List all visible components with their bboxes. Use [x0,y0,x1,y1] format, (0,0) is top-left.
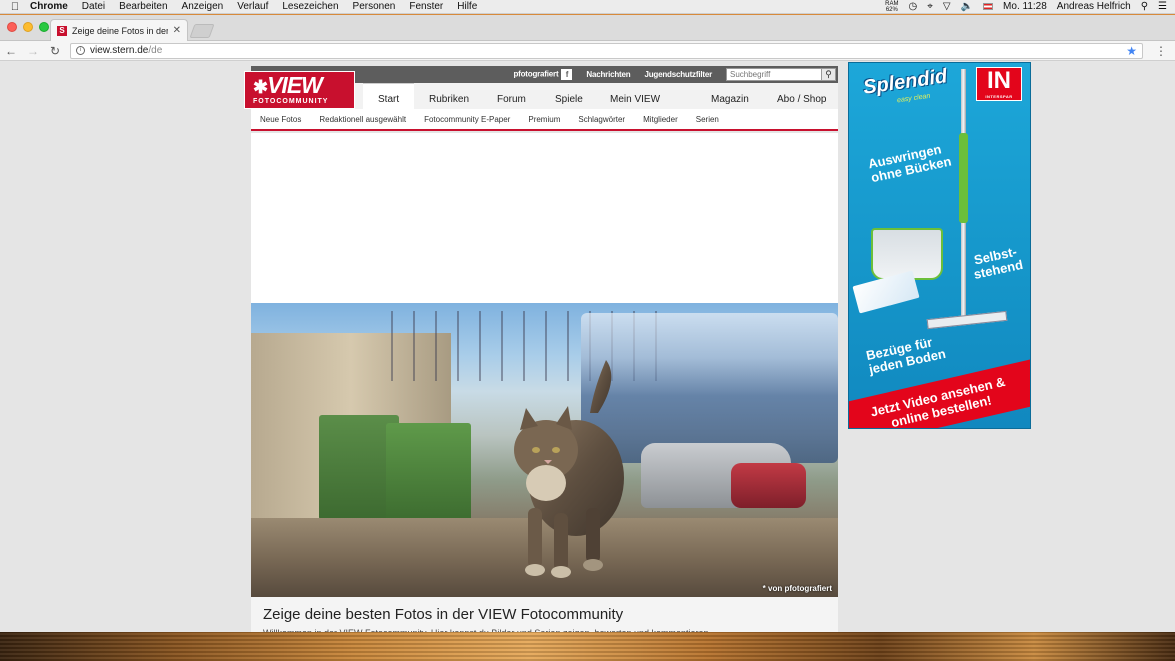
reload-icon[interactable]: ↻ [48,44,62,58]
nachrichten-link[interactable]: Nachrichten [586,70,630,79]
browser-toolbar: ← → ↻ i view.stern.de/de ★ ⋮ [0,41,1175,61]
back-arrow-icon[interactable]: ← [4,44,18,58]
cat-illustration [514,360,624,578]
ad-claim-3: Bezüge für jeden Boden [865,333,947,376]
subnav-mitglieder[interactable]: Mitglieder [643,115,678,124]
ad-placeholder [251,133,838,303]
apple-menu-icon[interactable]:  [0,1,30,13]
close-window-button[interactable] [7,22,17,32]
user-name[interactable]: Andreas Helfrich [1057,1,1131,12]
nav-rubriken[interactable]: Rubriken [429,83,469,109]
bookmark-star-icon[interactable]: ★ [1126,44,1137,58]
intro-article: Zeige deine besten Fotos in der VIEW Fot… [251,597,838,632]
time-machine-icon[interactable]: ◷ [909,1,918,12]
menu-fenster[interactable]: Fenster [409,1,443,12]
nav-magazin[interactable]: Magazin [711,83,749,109]
view-site: pfotografiert f Nachrichten Jugendschutzf… [244,62,838,632]
ad-mop-handle [959,133,968,223]
ram-value: 62% [885,6,898,13]
subnav-epaper[interactable]: Fotocommunity E-Paper [424,115,510,124]
nav-forum[interactable]: Forum [497,83,526,109]
logo-wordmark: ✱VIEW [253,71,354,98]
facebook-icon[interactable]: f [561,69,573,80]
hero-image[interactable]: * von pfotografiert [251,303,838,597]
pfotografiert-link[interactable]: pfotografiert f [513,69,573,80]
tab-title: Zeige deine Fotos in der VIEW [72,25,168,36]
menu-bearbeiten[interactable]: Bearbeiten [119,1,167,12]
keyboard-flag-icon[interactable] [983,3,994,10]
stern-star-icon: ✱ [253,76,268,97]
menu-anzeigen[interactable]: Anzeigen [182,1,224,12]
badge-text: IN [987,67,1011,94]
desktop-wallpaper [0,632,1175,661]
page-viewport: pfotografiert f Nachrichten Jugendschutzf… [0,62,1175,632]
hero-bin [386,423,471,523]
nav-mein-view[interactable]: Mein VIEW [610,83,660,109]
search-button-icon[interactable]: ⚲ [822,68,836,81]
spotlight-icon[interactable]: ⚲ [1141,1,1148,12]
new-tab-button[interactable] [189,24,215,38]
subnav-neue-fotos[interactable]: Neue Fotos [260,115,301,124]
zoom-window-button[interactable] [39,22,49,32]
url-path: /de [148,45,163,56]
photo-credit[interactable]: * von pfotografiert [763,584,832,593]
browser-window: S Zeige deine Fotos in der VIEW ✕ ← → ↻ … [0,15,1175,632]
notification-center-icon[interactable]: ☰ [1158,1,1167,12]
article-title: Zeige deine besten Fotos in der VIEW Fot… [263,606,624,623]
forward-arrow-icon[interactable]: → [26,44,40,58]
menu-verlauf[interactable]: Verlauf [237,1,268,12]
menu-lesezeichen[interactable]: Lesezeichen [282,1,338,12]
badge-sub: INTERSPAR [985,94,1013,99]
nav-abo-shop[interactable]: Abo / Shop [777,83,826,109]
jugendschutzfilter-link[interactable]: Jugendschutzfilter [644,70,712,79]
window-controls [7,22,49,32]
macos-menubar:  Chrome Datei Bearbeiten Anzeigen Verla… [0,0,1175,14]
close-tab-icon[interactable]: ✕ [173,25,181,36]
sub-nav: Neue Fotos Redaktionell ausgewählt Fotoc… [251,109,838,131]
pfotografiert-label: pfotografiert [513,69,559,79]
ad-brand-logo: Splendid [861,65,949,99]
ad-mop-head [926,310,1008,330]
view-logo[interactable]: ✱VIEW FOTOCOMMUNITY [244,71,355,109]
clock[interactable]: Mo. 11:28 [1003,1,1047,12]
volume-icon[interactable]: 🔈 [961,1,973,12]
logo-sub: FOTOCOMMUNITY [253,97,329,105]
tab-active[interactable]: S Zeige deine Fotos in der VIEW ✕ [50,19,188,41]
menu-personen[interactable]: Personen [353,1,396,12]
stern-favicon-icon: S [57,25,67,36]
tab-bar: S Zeige deine Fotos in der VIEW ✕ [0,15,1175,41]
minimize-window-button[interactable] [23,22,33,32]
site-search: ⚲ [726,68,836,81]
article-lead: Willkommen in der VIEW Fotocommunity. Hi… [251,623,838,632]
subnav-redaktionell[interactable]: Redaktionell ausgewählt [319,115,406,124]
menu-hilfe[interactable]: Hilfe [457,1,477,12]
hero-car [731,463,806,508]
logo-main: VIEW [267,71,323,98]
ad-mop-pads [852,270,920,314]
menu-app-name[interactable]: Chrome [30,1,68,12]
ram-indicator[interactable]: RAM 62% [885,1,898,13]
address-bar[interactable]: i view.stern.de/de ★ [70,42,1143,59]
wifi-icon[interactable]: ▽ [943,1,951,12]
network-icon[interactable]: ⌖ [927,1,933,12]
nav-start[interactable]: Start [363,83,415,109]
url-host: view.stern.de [90,45,149,56]
ad-claim-2: Selbst- stehend [970,244,1024,282]
status-area: RAM 62% ◷ ⌖ ▽ 🔈 Mo. 11:28 Andreas Helfri… [885,1,1175,13]
chrome-menu-icon[interactable]: ⋮ [1151,44,1171,58]
search-input[interactable] [726,68,822,81]
ad-claim-1: Auswringen ohne Bücken [867,141,953,185]
nav-spiele[interactable]: Spiele [555,83,583,109]
interspar-badge: IN INTERSPAR [976,67,1022,101]
subnav-premium[interactable]: Premium [528,115,560,124]
site-info-icon[interactable]: i [76,46,85,55]
subnav-serien[interactable]: Serien [696,115,719,124]
subnav-schlagwoerter[interactable]: Schlagwörter [578,115,625,124]
menu-datei[interactable]: Datei [82,1,105,12]
splendid-skyscraper-ad[interactable]: Splendid easy clean IN INTERSPAR Auswrin… [848,62,1031,429]
